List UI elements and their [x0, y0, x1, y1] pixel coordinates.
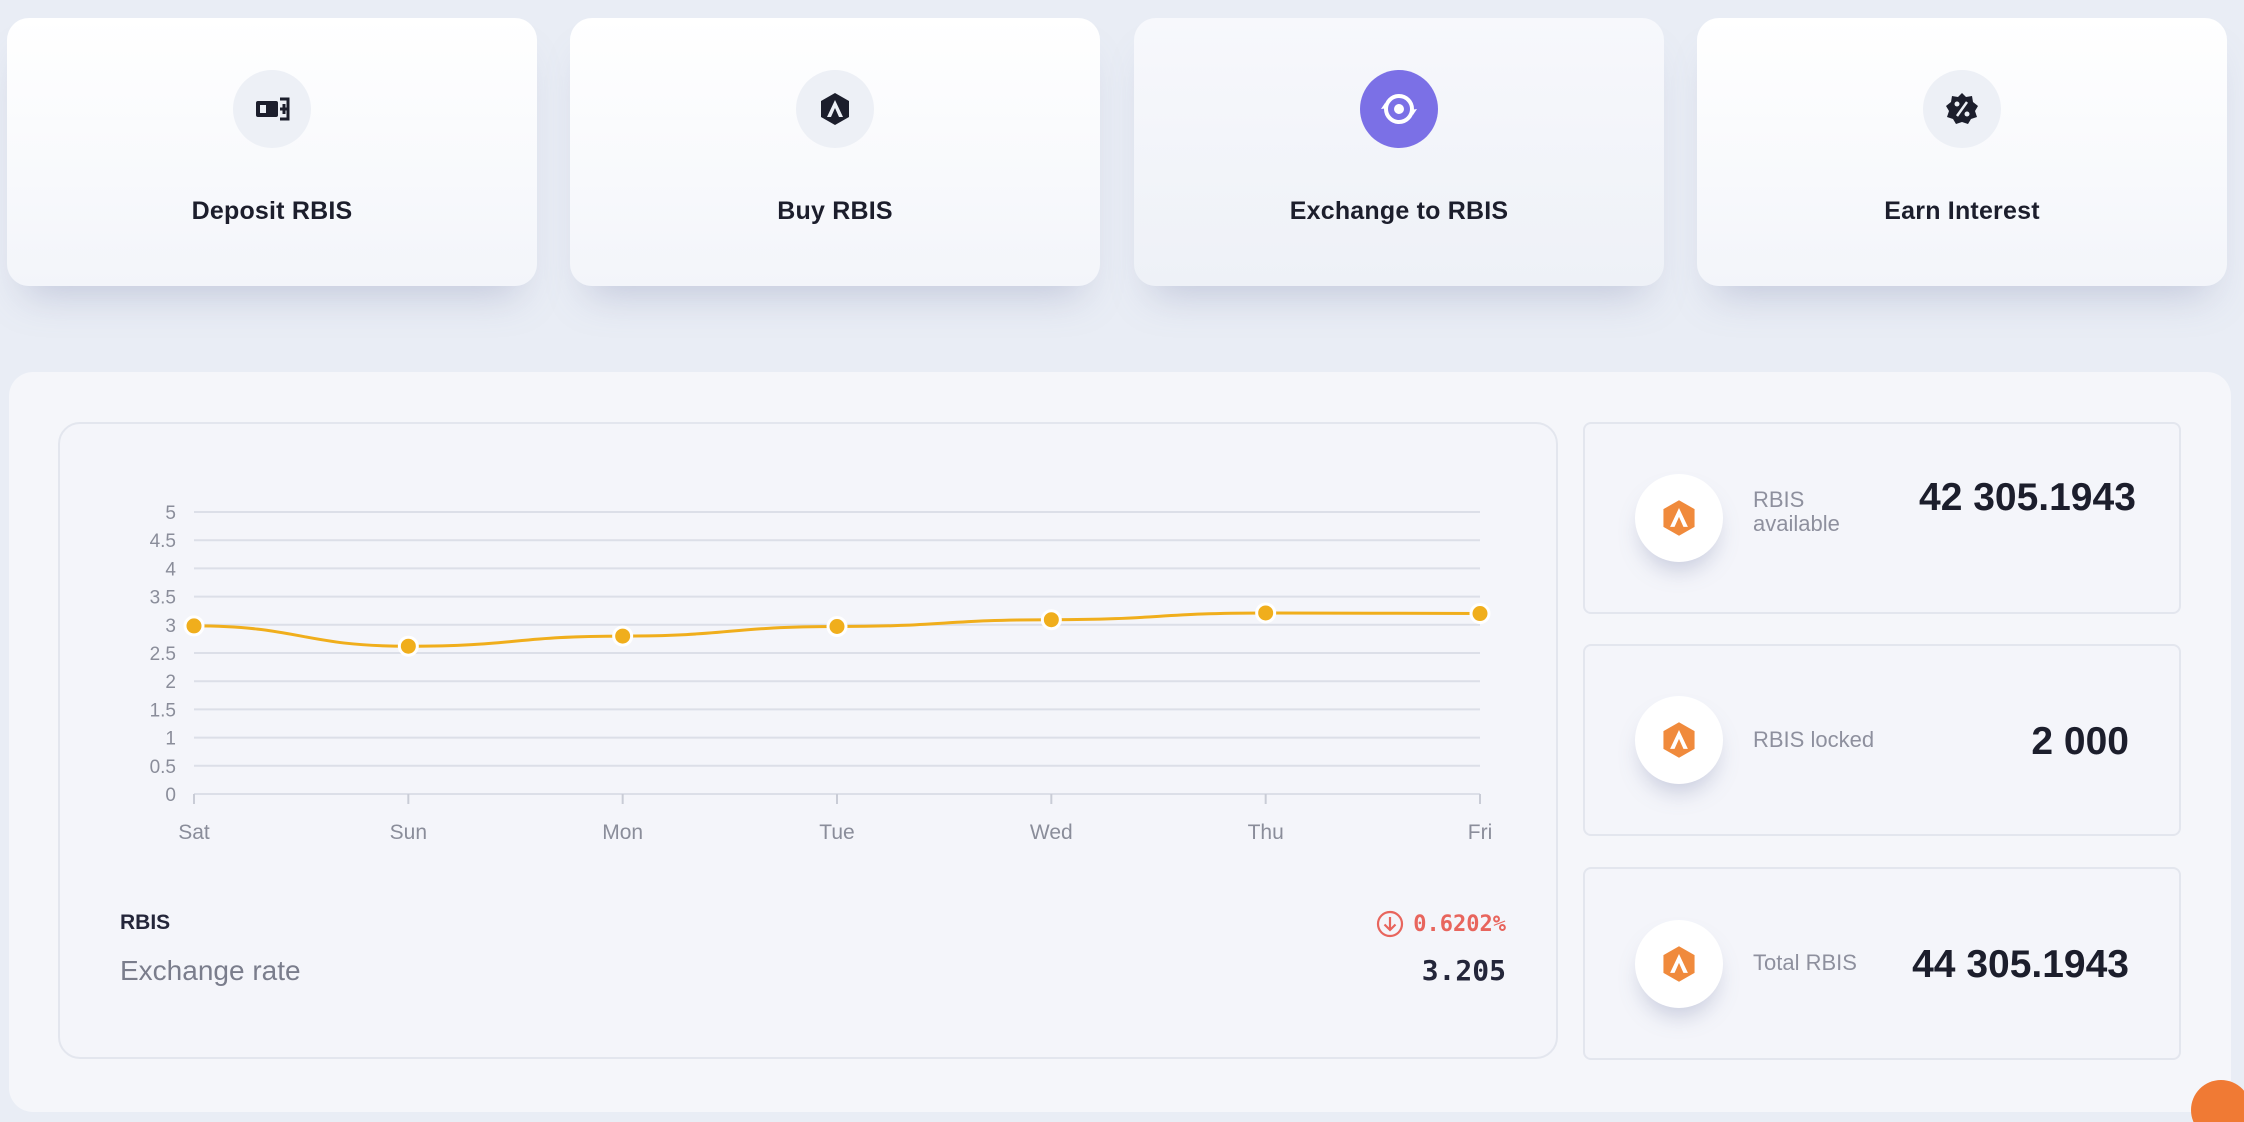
rbis-locked-value: 2 000	[2031, 720, 2129, 763]
y-tick-label: 5	[165, 503, 176, 524]
rbis-available-card: RBIS available 42 305.1943	[1583, 422, 2181, 614]
y-tick-label: 2	[165, 672, 176, 693]
action-cards: Deposit RBIS Buy RBIS Exchange to RBIS E…	[7, 18, 2232, 288]
total-rbis-card: Total RBIS 44 305.1943	[1583, 867, 2181, 1060]
exchange-icon	[1360, 70, 1438, 148]
x-tick-label: Tue	[819, 821, 854, 844]
x-tick-label: Wed	[1030, 821, 1073, 844]
buy-rbis-label: Buy RBIS	[777, 197, 893, 225]
x-tick-label: Thu	[1248, 821, 1284, 844]
exchange-rate-card: 0 0.5 1 1.5 2 2.5 3 3.5 4 4.5 5 Sat Sun Mon Tue Wed Thu F…	[58, 422, 1558, 1059]
data-point[interactable]	[1469, 603, 1491, 625]
rate-currency-name: RBIS	[120, 911, 171, 934]
rbis-available-value: 42 305.1943	[1919, 476, 2136, 519]
data-point[interactable]	[612, 625, 634, 647]
y-tick-label: 4.5	[150, 531, 176, 552]
deposit-icon	[233, 70, 311, 148]
y-tick-label: 1.5	[150, 700, 176, 721]
rbis-logo-icon	[1635, 919, 1723, 1008]
data-point[interactable]	[826, 615, 848, 637]
y-tick-label: 0	[165, 785, 176, 806]
earn-interest-label: Earn Interest	[1884, 197, 2040, 225]
exchange-to-rbis-card[interactable]: Exchange to RBIS	[1134, 18, 1664, 286]
total-rbis-label: Total RBIS	[1753, 950, 1857, 975]
data-point[interactable]	[183, 615, 205, 637]
rate-label: Exchange rate	[120, 955, 301, 986]
y-tick-label: 0.5	[150, 757, 176, 778]
deposit-rbis-label: Deposit RBIS	[191, 197, 353, 225]
data-point[interactable]	[397, 635, 419, 657]
total-rbis-value: 44 305.1943	[1912, 943, 2129, 986]
x-tick-label: Mon	[602, 821, 643, 844]
y-tick-label: 1	[165, 729, 176, 750]
rbis-logo-icon	[1635, 696, 1723, 784]
rbis-available-label: RBIS available	[1753, 487, 1840, 536]
rbis-locked-label: RBIS locked	[1753, 727, 1875, 752]
data-point[interactable]	[1040, 609, 1062, 631]
x-tick-label: Sun	[390, 821, 427, 844]
rate-change-value: 0.6202%	[1413, 911, 1506, 937]
y-tick-label: 4	[165, 559, 176, 580]
exchange-to-rbis-label: Exchange to RBIS	[1289, 197, 1509, 225]
floating-action-button[interactable]	[2191, 1080, 2244, 1122]
rbis-logo-icon	[796, 70, 874, 148]
rbis-locked-card: RBIS locked 2 000	[1583, 644, 2181, 836]
exchange-rate-chart: 0 0.5 1 1.5 2 2.5 3 3.5 4 4.5 5 Sat Sun Mon Tue Wed Thu F…	[150, 503, 1493, 844]
data-point[interactable]	[1255, 602, 1277, 624]
rate-change: 0.6202%	[1375, 909, 1506, 939]
earn-interest-card[interactable]: Earn Interest	[1697, 18, 2227, 286]
interest-icon	[1923, 70, 2001, 148]
rbis-logo-icon	[1635, 474, 1723, 562]
deposit-rbis-card[interactable]: Deposit RBIS	[7, 18, 537, 286]
y-tick-label: 3.5	[150, 588, 176, 609]
arrow-down-circle-icon	[1377, 910, 1404, 938]
dashboard: Deposit RBIS Buy RBIS Exchange to RBIS E…	[0, 0, 2244, 1122]
y-tick-label: 2.5	[150, 644, 176, 665]
rate-value: 3.205	[1421, 954, 1506, 987]
overview-panel: 0 0.5 1 1.5 2 2.5 3 3.5 4 4.5 5 Sat Sun Mon Tue Wed Thu F…	[9, 372, 2244, 1122]
x-tick-label: Sat	[178, 821, 210, 844]
buy-rbis-card[interactable]: Buy RBIS	[570, 18, 1100, 286]
x-tick-label: Fri	[1468, 821, 1493, 844]
y-tick-label: 3	[165, 616, 176, 637]
